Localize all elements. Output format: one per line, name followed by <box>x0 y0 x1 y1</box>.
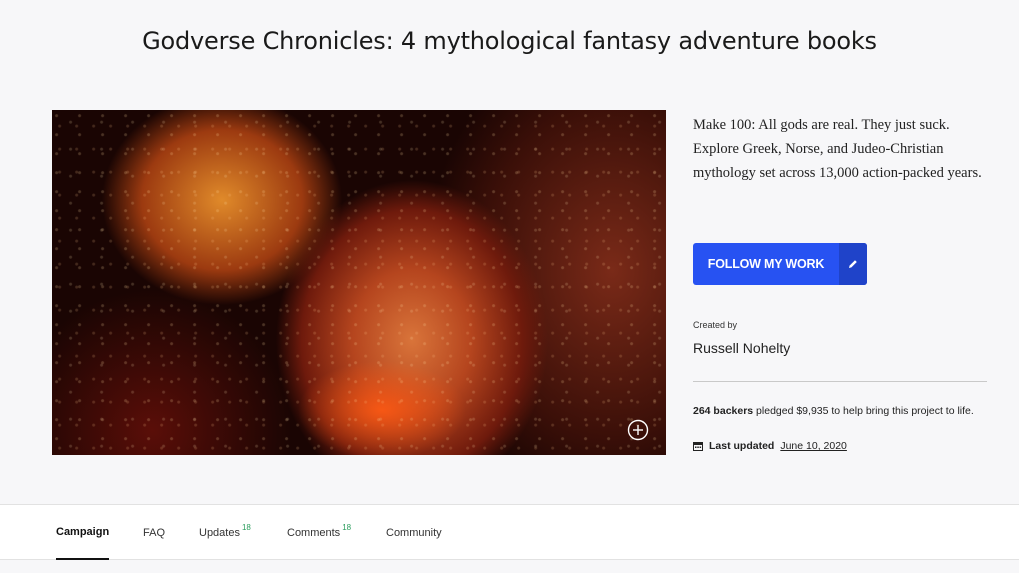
backers-count: 264 backers <box>693 405 754 417</box>
project-blurb: Make 100: All gods are real. They just s… <box>693 117 982 181</box>
tab-label: Community <box>386 526 442 539</box>
tab-label: Comments <box>287 526 341 539</box>
calendar-icon <box>693 442 703 451</box>
last-updated-date[interactable]: June 10, 2020 <box>780 440 847 452</box>
created-by-label: Created by <box>693 320 738 330</box>
page-title: Godverse Chronicles: 4 mythological fant… <box>142 27 877 55</box>
follow-button-label: FOLLOW MY WORK <box>707 257 825 271</box>
tab-count: 18 <box>342 523 352 532</box>
last-updated-label: Last updated <box>709 440 775 452</box>
tab-campaign[interactable]: Campaign <box>56 505 110 560</box>
pencil-icon[interactable] <box>839 243 867 285</box>
tab-label: FAQ <box>143 526 166 539</box>
creator-name[interactable]: Russell Nohelty <box>693 340 790 356</box>
hero-texture <box>52 110 666 455</box>
project-nav: Campaign FAQ Updates 18 Comments 18 Comm… <box>0 504 1019 560</box>
follow-my-work-button[interactable]: FOLLOW MY WORK <box>693 243 867 285</box>
tab-label: Updates <box>199 526 240 539</box>
plus-circle-icon[interactable] <box>627 419 649 441</box>
project-hero-image[interactable] <box>52 110 666 455</box>
tab-community[interactable]: Community <box>386 505 442 560</box>
pledge-text: pledged $9,935 to help bring this projec… <box>753 405 974 417</box>
tab-faq[interactable]: FAQ <box>143 505 165 560</box>
tab-updates[interactable]: Updates 18 <box>199 505 251 560</box>
pledge-summary: 264 backers pledged $9,935 to help bring… <box>693 404 983 418</box>
tab-comments[interactable]: Comments 18 <box>287 505 351 560</box>
tab-count: 18 <box>241 523 251 532</box>
tab-label: Campaign <box>56 525 110 538</box>
divider <box>693 381 987 382</box>
last-updated: Last updated June 10, 2020 <box>693 440 847 452</box>
